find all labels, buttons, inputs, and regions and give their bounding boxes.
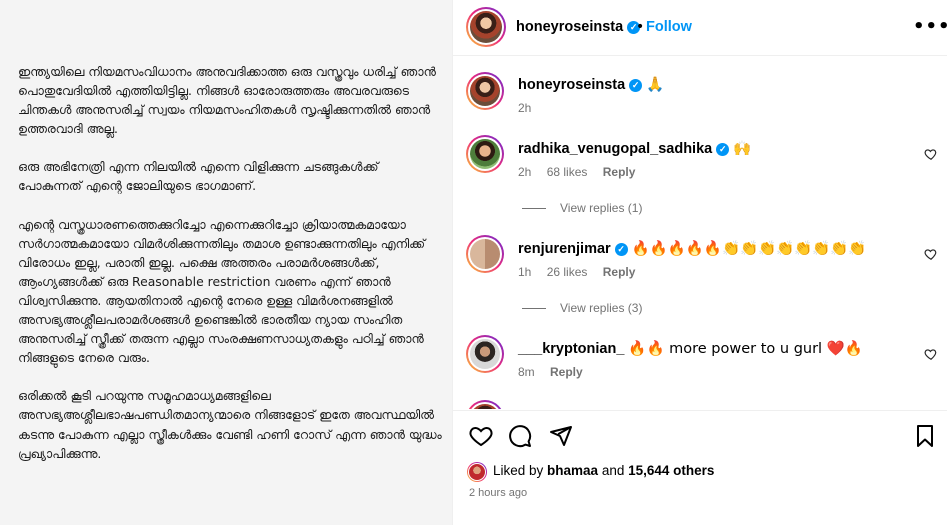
comment: radhika_venugopal_sadhika ✓ 🙌 xyxy=(518,140,751,157)
comment-username[interactable]: radhika_venugopal_sadhika xyxy=(518,141,712,157)
comment-text: 🙌 xyxy=(733,141,752,157)
caption: honeyroseinsta ✓ 🙏 xyxy=(518,76,664,93)
liker-username[interactable]: bhamaa xyxy=(547,463,598,478)
likes-summary[interactable]: Liked by bhamaa and 15,644 others xyxy=(493,463,714,478)
comment: ___kryptonian_ 🔥🔥 more power to u gurl ❤… xyxy=(518,340,863,357)
share-icon[interactable] xyxy=(549,424,573,448)
view-replies-button[interactable]: View replies (3) xyxy=(522,301,642,315)
reply-button[interactable]: Reply xyxy=(550,365,583,379)
post-paragraph-3: എന്റെ വസ്ത്രധാരണത്തെക്കുറിച്ചോ എന്നെക്കു… xyxy=(18,216,426,366)
bookmark-icon[interactable] xyxy=(913,424,937,448)
verified-badge-icon: ✓ xyxy=(629,79,643,92)
more-options-icon[interactable]: ••• xyxy=(913,16,947,37)
caption-time: 2h xyxy=(518,101,532,115)
reply-button[interactable]: Reply xyxy=(603,265,636,279)
post-paragraph-1: ഇന്ത്യയിലെ നിയമസംവിധാനം അനുവദിക്കാത്ത ഒര… xyxy=(18,64,436,137)
separator-dot: • xyxy=(636,19,645,35)
caption-meta: 2h xyxy=(518,101,543,115)
comment-avatar[interactable] xyxy=(466,335,504,373)
verified-badge-icon: ✓ xyxy=(614,243,628,256)
reply-button[interactable]: Reply xyxy=(603,165,636,179)
post-paragraph-2: ഒരു അഭിനേത്രി എന്ന നിലയിൽ എന്നെ വിളിക്കു… xyxy=(18,159,379,194)
heart-icon[interactable] xyxy=(469,424,493,448)
caption-username[interactable]: honeyroseinsta xyxy=(518,77,625,93)
comment: renjurenjimar ✓ 🔥🔥🔥🔥🔥👏👏👏👏👏👏👏👏 xyxy=(518,240,866,257)
comment-heart-icon[interactable] xyxy=(924,347,938,361)
verified-badge-icon: ✓ xyxy=(716,143,730,156)
view-replies-button[interactable]: View replies (1) xyxy=(522,201,642,215)
post-timestamp: 2 hours ago xyxy=(469,487,528,499)
comment-time: 1h xyxy=(518,265,532,279)
likes-count[interactable]: 15,644 others xyxy=(628,463,714,478)
post-paragraph-4: ഒരിക്കൽ കൂടി പറയുന്നു സമൂഹമാധ്യമങ്ങളിലെ … xyxy=(18,388,442,461)
replies-divider xyxy=(522,208,546,210)
comment-avatar[interactable] xyxy=(466,135,504,173)
comment-icon[interactable] xyxy=(508,424,532,448)
post-header: honeyroseinsta ✓ • Follow ••• xyxy=(453,0,947,56)
comment-heart-icon[interactable] xyxy=(924,147,938,161)
action-bar xyxy=(453,410,947,460)
comment-heart-icon[interactable] xyxy=(924,247,938,261)
post-image: ഇന്ത്യയിലെ നിയമസംവിധാനം അനുവദിക്കാത്ത ഒര… xyxy=(0,0,452,525)
comment-time: 8m xyxy=(518,365,535,379)
comment-likes[interactable]: 26 likes xyxy=(547,265,588,279)
comment-meta: 8m Reply xyxy=(518,365,595,379)
post-sidebar: honeyroseinsta ✓ • Follow ••• honeyrosein… xyxy=(452,0,947,525)
comment-likes[interactable]: 68 likes xyxy=(547,165,588,179)
comment-text: 🔥🔥 more power to u gurl ❤️🔥 xyxy=(628,341,863,357)
comment-time: 2h xyxy=(518,165,532,179)
comment-meta: 2h 68 likes Reply xyxy=(518,165,647,179)
comment-text: 🔥🔥🔥🔥🔥👏👏👏👏👏👏👏👏 xyxy=(631,241,867,257)
caption-avatar[interactable] xyxy=(466,72,504,110)
author-username[interactable]: honeyroseinsta ✓ xyxy=(516,19,641,35)
comment-meta: 1h 26 likes Reply xyxy=(518,265,647,279)
liker-avatar[interactable] xyxy=(467,462,487,482)
follow-button[interactable]: Follow xyxy=(646,19,692,35)
comment-avatar[interactable] xyxy=(466,235,504,273)
author-avatar[interactable] xyxy=(466,7,506,47)
comment-avatar[interactable] xyxy=(466,400,504,409)
replies-divider xyxy=(522,308,546,310)
post-image-text: ഇന്ത്യയിലെ നിയമസംവിധാനം അനുവദിക്കാത്ത ഒര… xyxy=(18,62,443,482)
comment-username[interactable]: renjurenjimar xyxy=(518,241,611,257)
comment-username[interactable]: ___kryptonian_ xyxy=(518,341,624,357)
caption-text: 🙏 xyxy=(646,77,665,93)
comments-list[interactable]: honeyroseinsta ✓ 🙏 2h radhika_venugopal_s… xyxy=(453,57,947,409)
